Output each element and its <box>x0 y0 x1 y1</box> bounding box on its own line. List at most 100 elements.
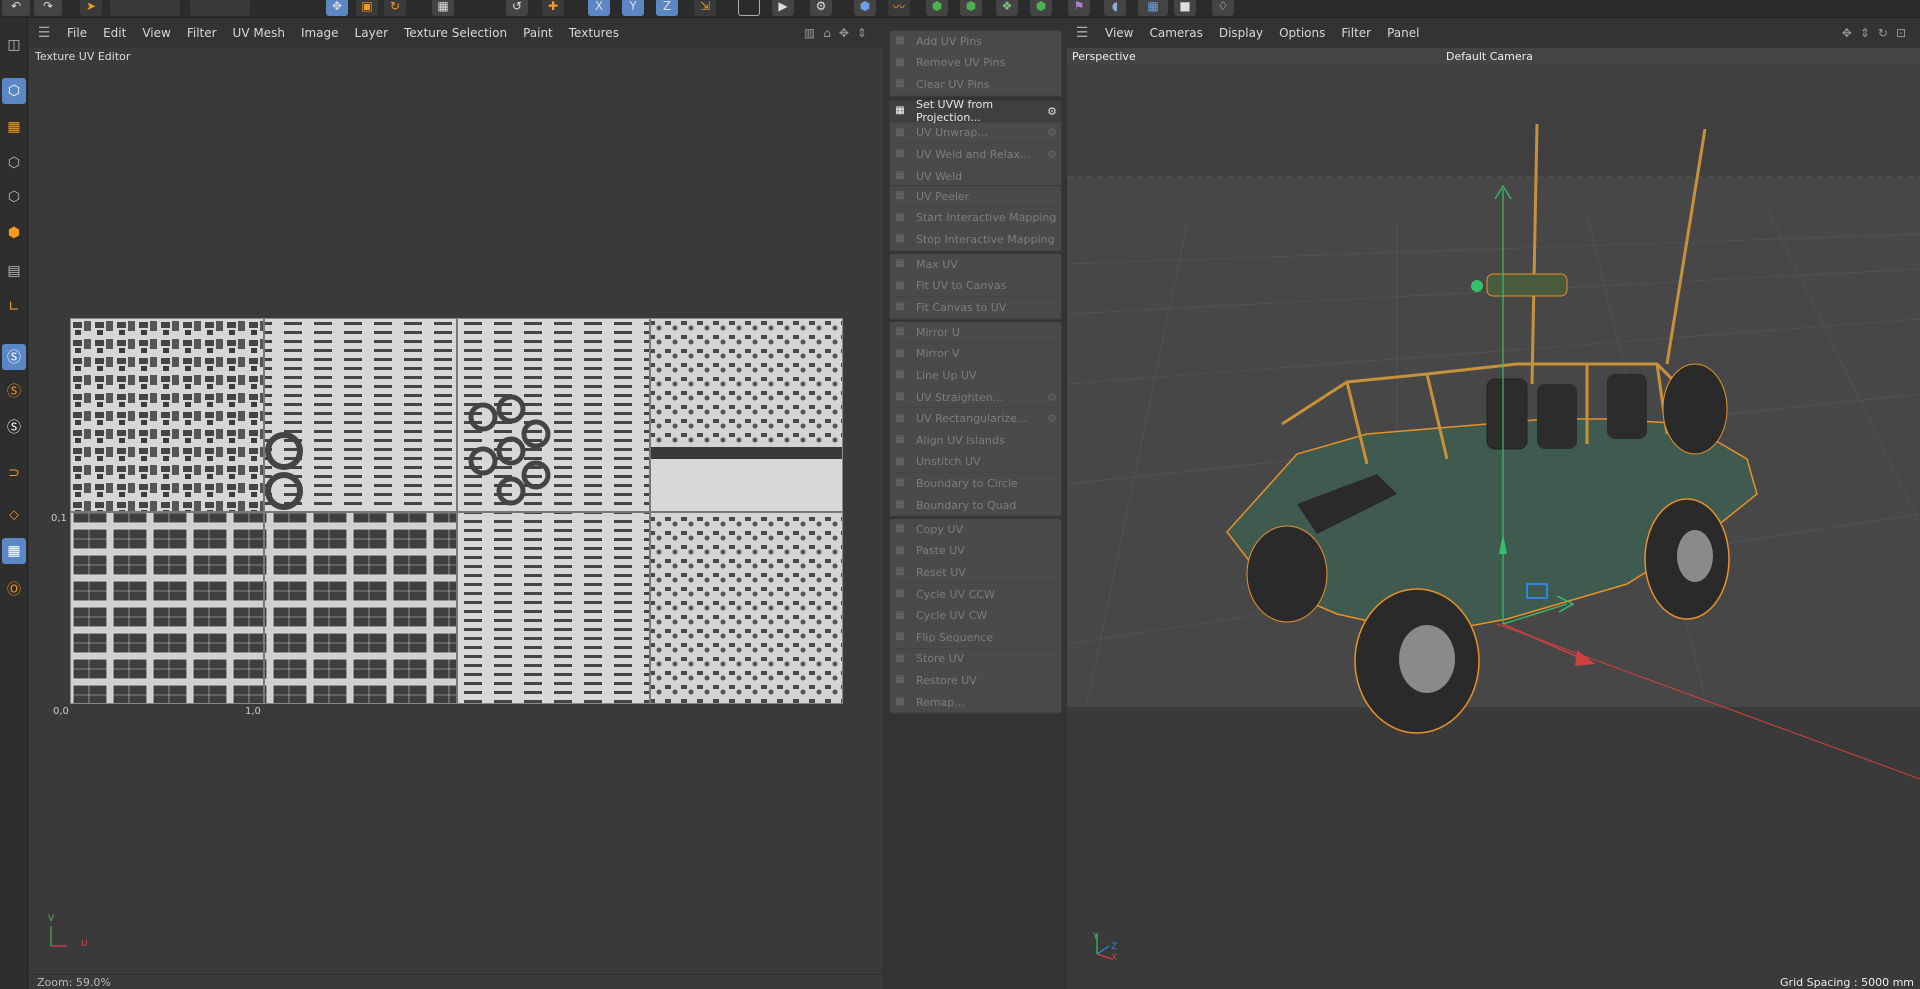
menu-uv-mesh[interactable]: UV Mesh <box>225 26 293 40</box>
command-item[interactable]: ▦ Add UV Pins <box>890 31 1061 53</box>
snap-mode-icon[interactable]: Ⓢ <box>2 414 26 440</box>
light-icon[interactable]: ♢ <box>1212 0 1234 16</box>
reset-icon[interactable]: ↺ <box>506 0 528 16</box>
command-item[interactable]: ▦ Store UV <box>890 649 1061 671</box>
menu-filter[interactable]: Filter <box>179 26 225 40</box>
command-item[interactable]: ▦ Paste UV <box>890 541 1061 563</box>
command-item[interactable]: ▦ Remove UV Pins <box>890 53 1061 75</box>
add-icon[interactable]: ✚ <box>542 0 564 16</box>
axis-z-icon[interactable]: Z <box>656 0 678 16</box>
menu-edit[interactable]: Edit <box>95 26 134 40</box>
select-arrow-icon[interactable]: ➤ <box>80 0 102 16</box>
command-item[interactable]: ▦ Copy UV <box>890 519 1061 541</box>
command-item[interactable]: ▦ Mirror V <box>890 344 1061 366</box>
scale-icon[interactable]: ▣ <box>356 0 378 16</box>
model-mode-icon[interactable]: ⬡ <box>2 78 26 104</box>
command-item[interactable]: ▦ Cycle UV CW <box>890 605 1061 627</box>
command-item[interactable]: ▦ Stop Interactive Mapping <box>890 229 1061 251</box>
gear-icon[interactable]: ⚙ <box>1047 105 1057 118</box>
menu-view[interactable]: View <box>134 26 178 40</box>
uv-mode-icon[interactable]: ▤ <box>2 258 26 284</box>
render-view-icon[interactable]: ▶ <box>772 0 794 16</box>
axis-x-icon[interactable]: X <box>588 0 610 16</box>
command-item[interactable]: ▦ UV Peeler <box>890 186 1061 208</box>
uv-canvas[interactable] <box>70 318 843 704</box>
menu-paint[interactable]: Paint <box>515 26 561 40</box>
coord-icon[interactable]: ⇲ <box>694 0 716 16</box>
command-item[interactable]: ▦ Unstitch UV <box>890 452 1061 474</box>
command-item[interactable]: ▦ UV Straighten... ⚙ <box>890 387 1061 409</box>
command-item[interactable]: ▦ UV Unwrap... ⚙ <box>890 123 1061 145</box>
command-item[interactable]: ▦ Remap... <box>890 692 1061 714</box>
command-item[interactable]: ▦ Restore UV <box>890 670 1061 692</box>
gear-icon[interactable]: ⚙ <box>1047 126 1057 139</box>
points-mode-icon[interactable]: ⬡ <box>2 150 26 176</box>
viewport-menu-view[interactable]: View <box>1097 26 1141 40</box>
snap-icon[interactable]: Ⓢ <box>2 344 26 370</box>
command-item[interactable]: ▦ Set UVW from Projection... ⚙ <box>890 98 1061 124</box>
deformer-icon[interactable]: ⬢ <box>960 0 982 16</box>
floor-icon[interactable]: ◖ <box>1104 0 1126 16</box>
command-item[interactable]: ▦ Mirror U <box>890 322 1061 344</box>
menu-layer[interactable]: Layer <box>347 26 396 40</box>
menu-image[interactable]: Image <box>293 26 347 40</box>
viewport-menu-filter[interactable]: Filter <box>1333 26 1379 40</box>
viewport-menu-display[interactable]: Display <box>1211 26 1271 40</box>
viewport-scene[interactable] <box>1067 64 1920 989</box>
command-item[interactable]: ▦ UV Weld and Relax... ⚙ <box>890 144 1061 166</box>
command-item[interactable]: ▦ Max UV <box>890 254 1061 276</box>
lock-icon[interactable]: ⊃ <box>2 460 26 486</box>
render-region-icon[interactable] <box>738 0 760 16</box>
panel-menu-icon[interactable]: ☰ <box>29 25 59 41</box>
redo-icon[interactable]: ↷ <box>34 0 62 16</box>
command-item[interactable]: ▦ Reset UV <box>890 562 1061 584</box>
command-item[interactable]: ▦ Fit Canvas to UV <box>890 297 1061 319</box>
viewport-menu-icon[interactable]: ☰ <box>1067 25 1097 41</box>
command-item[interactable]: ▦ Boundary to Quad <box>890 495 1061 517</box>
menu-textures[interactable]: Textures <box>561 26 627 40</box>
command-item[interactable]: ▦ UV Rectangularize... ⚙ <box>890 408 1061 430</box>
make-editable-icon[interactable]: ◫ <box>2 32 26 58</box>
workplane-grid-icon[interactable]: ▦ <box>2 538 26 564</box>
generator-icon[interactable]: ❖ <box>996 0 1018 16</box>
texture-mode-icon[interactable]: ▦ <box>2 114 26 140</box>
undo-icon[interactable]: ↶ <box>2 0 30 16</box>
viewport-camera-label[interactable]: Default Camera <box>1446 50 1533 63</box>
command-item[interactable]: ▦ Boundary to Circle <box>890 473 1061 495</box>
render-settings-icon[interactable]: ⚙ <box>810 0 832 16</box>
gear-icon[interactable]: ⚙ <box>1047 412 1057 425</box>
viewport-menu-options[interactable]: Options <box>1271 26 1333 40</box>
command-item[interactable]: ▦ Clear UV Pins <box>890 74 1061 96</box>
solo-icon[interactable]: Ⓞ <box>2 576 26 602</box>
floor-grid-icon[interactable]: ▦ <box>1138 0 1168 16</box>
menu-texture-selection[interactable]: Texture Selection <box>396 26 515 40</box>
spline-icon[interactable]: 〰 <box>888 0 910 16</box>
checker-icon[interactable]: ▦ <box>432 0 454 16</box>
axis-y-icon[interactable]: Y <box>622 0 644 16</box>
menu-file[interactable]: File <box>59 26 95 40</box>
command-item[interactable]: ▦ Fit UV to Canvas <box>890 276 1061 298</box>
model-tools-group[interactable] <box>190 0 250 16</box>
snap-settings-icon[interactable]: Ⓢ <box>2 378 26 404</box>
command-item[interactable]: ▦ Flip Sequence <box>890 627 1061 649</box>
axis-mode-icon[interactable]: ∟ <box>2 294 26 320</box>
command-item[interactable]: ▦ Align UV Islands <box>890 430 1061 452</box>
command-item[interactable]: ▦ Line Up UV <box>890 365 1061 387</box>
gear-icon[interactable]: ⚙ <box>1047 391 1057 404</box>
panel-nav-icons[interactable]: ▥⌂✥⇕ <box>804 26 875 40</box>
move-icon[interactable]: ✥ <box>326 0 348 16</box>
field-icon[interactable]: ⬢ <box>1030 0 1052 16</box>
command-item[interactable]: ▦ Start Interactive Mapping <box>890 208 1061 230</box>
viewport-nav-icons[interactable]: ✥⇕↻⊡ <box>1842 26 1914 40</box>
tag-icon[interactable]: ⚑ <box>1068 0 1090 16</box>
nurbs-icon[interactable]: ⬢ <box>926 0 948 16</box>
viewport-menu-panel[interactable]: Panel <box>1379 26 1427 40</box>
workplane-icon[interactable]: ⬦ <box>2 502 26 528</box>
rotate-icon[interactable]: ↻ <box>384 0 406 16</box>
camera-icon[interactable]: ■ <box>1174 0 1196 16</box>
polygons-mode-icon[interactable]: ⬢ <box>2 220 26 246</box>
edges-mode-icon[interactable]: ⬡ <box>2 184 26 210</box>
cube-icon[interactable]: ⬢ <box>854 0 876 16</box>
viewport-menu-cameras[interactable]: Cameras <box>1141 26 1210 40</box>
gear-icon[interactable]: ⚙ <box>1047 148 1057 161</box>
